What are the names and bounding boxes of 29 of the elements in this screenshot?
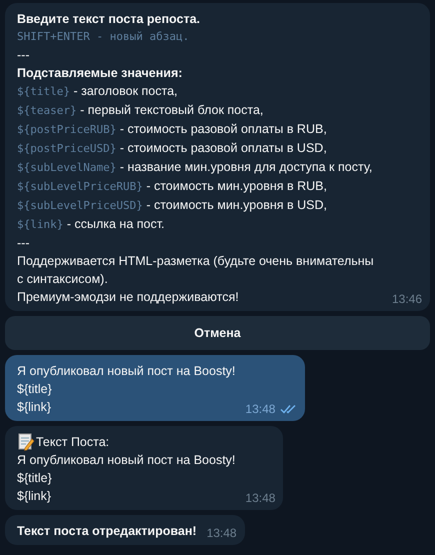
message-text: --- bbox=[17, 47, 30, 64]
code-text: SHIFT+ENTER - новый абзац. bbox=[17, 29, 190, 45]
message-heading: Подставляемые значения: bbox=[17, 65, 184, 82]
placeholder-description: ${link} - ссылка на пост. bbox=[17, 216, 166, 233]
message-text: Премиум-эмодзи не поддерживаются! bbox=[17, 289, 240, 306]
placeholder-description: ${title} - заголовок поста, bbox=[17, 83, 178, 100]
message-time: 13:48 bbox=[206, 526, 237, 540]
message-time: 13:48 bbox=[245, 491, 276, 505]
message-time: 13:48 bbox=[245, 402, 276, 416]
message-heading: Введите текст поста репоста. bbox=[17, 11, 202, 28]
message-time: 13:46 bbox=[392, 292, 422, 306]
message-text: ${link} bbox=[17, 488, 52, 505]
message-text: Поддерживается HTML-разметка (будьте очень внимательны с синтаксисом). bbox=[17, 253, 375, 288]
message-text: Я опубликовал новый пост на Boosty! bbox=[17, 452, 236, 469]
placeholder-description: ${postPriceUSD} - стоимость разовой оплаты в USD, bbox=[17, 140, 328, 157]
message-text: Я опубликовал новый пост на Boosty! bbox=[17, 363, 236, 380]
message-text: ${title} bbox=[17, 381, 53, 398]
message-text: --- bbox=[17, 235, 30, 252]
placeholder-description: ${subLevelName} - название мин.уровня для доступа к посту, bbox=[17, 159, 374, 176]
placeholder-description: ${subLevelPriceRUB} - стоимость мин.уровня в RUB, bbox=[17, 178, 328, 195]
message-text: ${link} bbox=[17, 399, 52, 416]
message-heading: Текст поста отредактирован! bbox=[17, 523, 197, 540]
placeholder-description: ${teaser} - первый текстовый блок поста, bbox=[17, 102, 264, 119]
memo-icon bbox=[17, 433, 35, 451]
message-text: Текст Поста: bbox=[36, 434, 110, 451]
placeholder-description: ${subLevelPriceUSD} - стоимость мин.уровня в USD, bbox=[17, 197, 328, 214]
message-text: ${title} bbox=[17, 470, 53, 487]
cancel-button[interactable]: Отмена bbox=[5, 316, 430, 350]
placeholder-description: ${postPriceRUB} - стоимость разовой оплаты в RUB, bbox=[17, 121, 328, 138]
